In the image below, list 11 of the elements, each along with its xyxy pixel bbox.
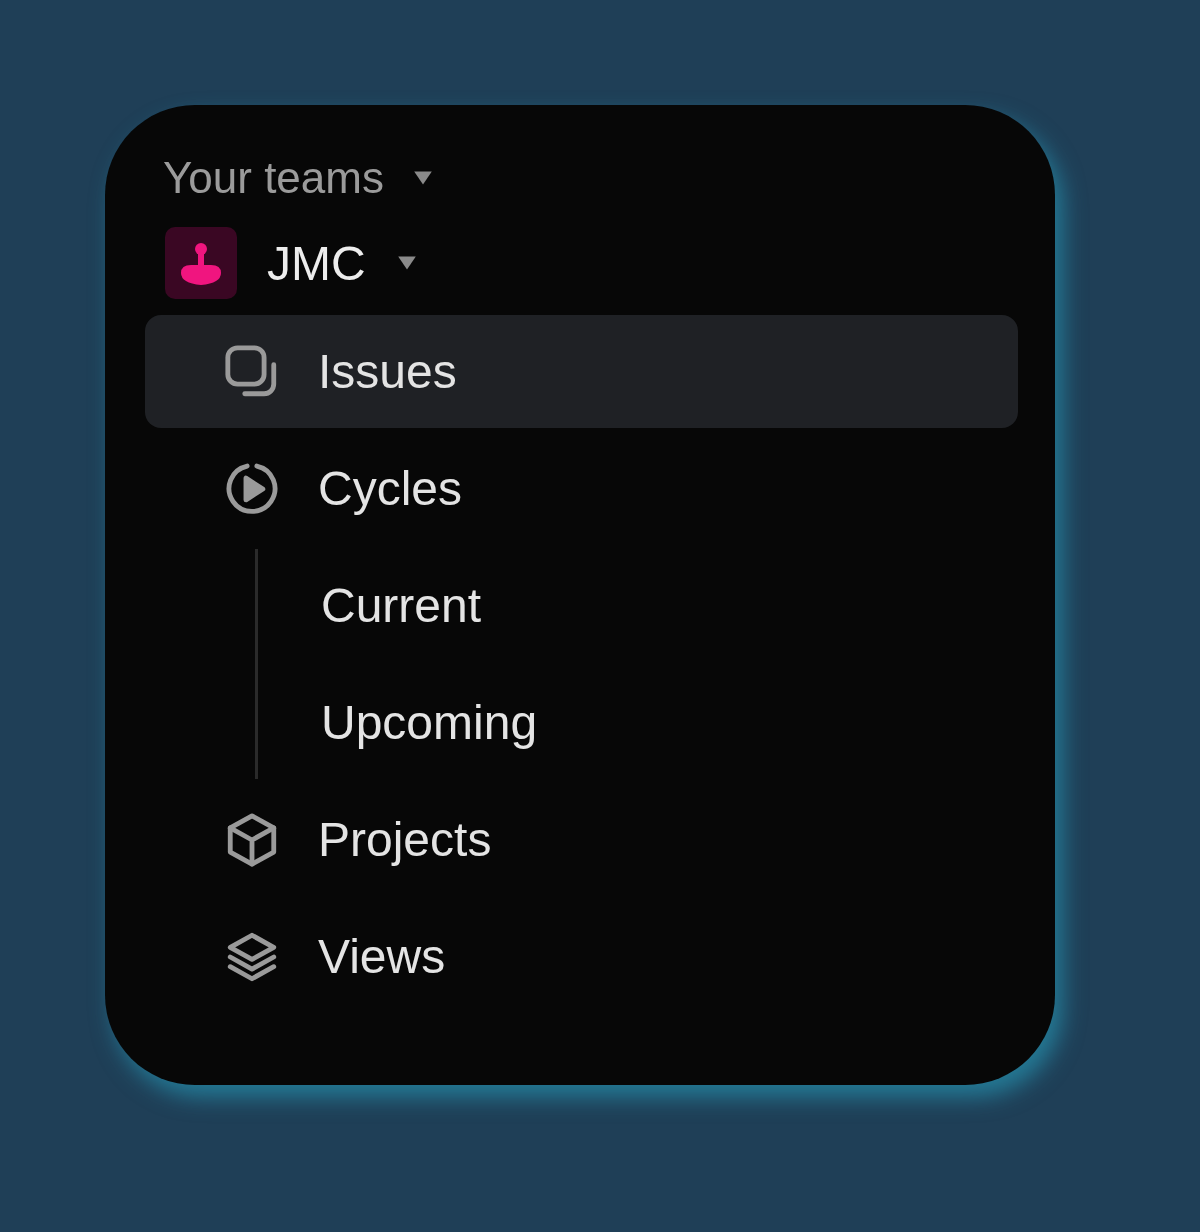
team-name[interactable]: JMC [267, 235, 366, 291]
caret-icon[interactable] [411, 169, 434, 187]
nav-subitem[interactable]: Current [258, 549, 1021, 662]
section-header[interactable]: Your teams [163, 153, 384, 203]
nav-item[interactable]: Issues [145, 315, 1018, 428]
caret-icon[interactable] [395, 254, 418, 272]
nav-item[interactable]: Cycles [145, 432, 1018, 545]
nav-subitem[interactable]: Upcoming [258, 666, 1021, 779]
nav-item[interactable]: Views [145, 900, 1018, 1013]
joystick-icon [165, 227, 237, 299]
nav-item[interactable]: Projects [145, 783, 1018, 896]
